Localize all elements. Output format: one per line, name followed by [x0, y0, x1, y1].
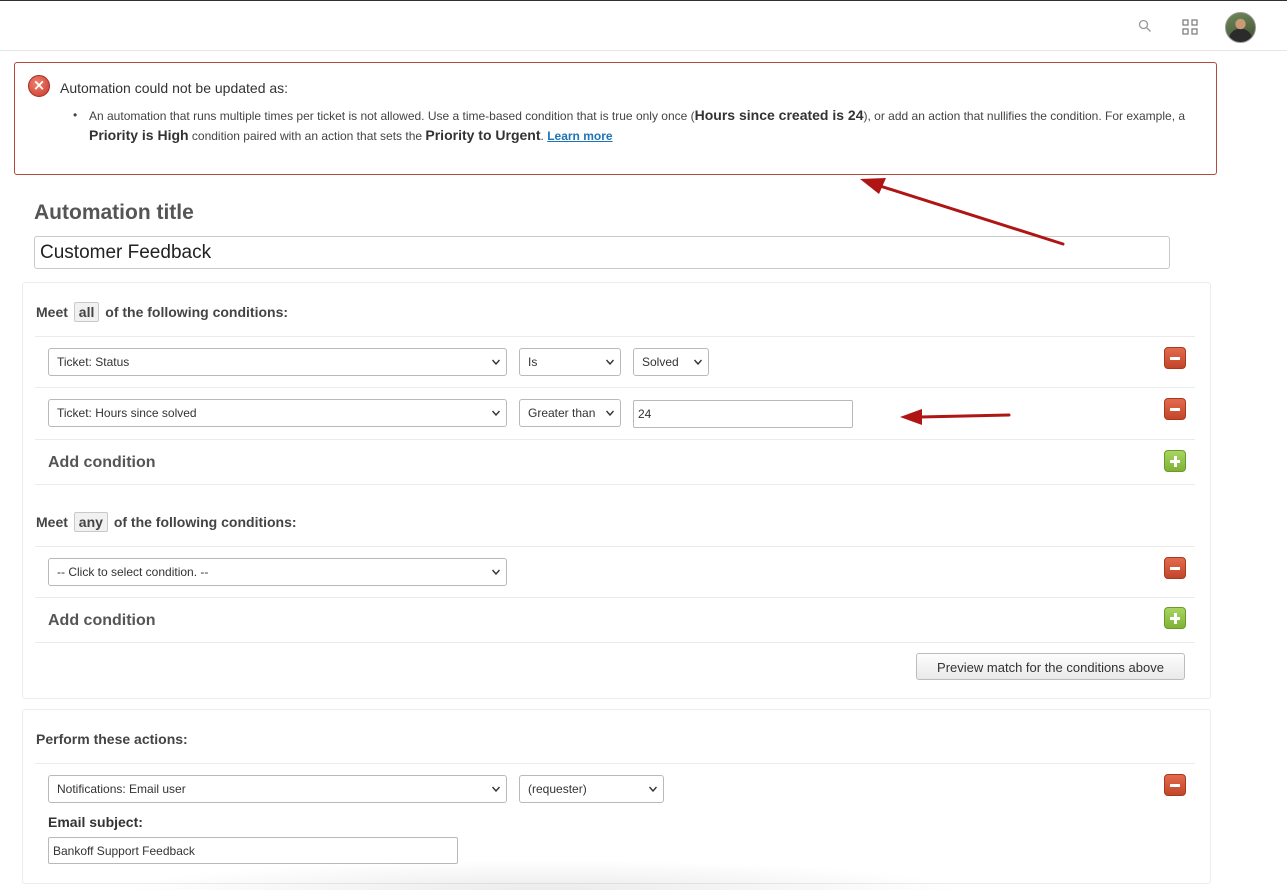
- condition-value-input[interactable]: [633, 400, 853, 428]
- error-emphasis: Hours since created is 24: [694, 107, 864, 123]
- select-value: Ticket: Hours since solved: [57, 406, 197, 420]
- meet-suffix: of the following conditions:: [105, 304, 289, 320]
- error-heading: Automation could not be updated as:: [60, 80, 289, 96]
- condition-field-select[interactable]: Ticket: Status: [48, 348, 507, 376]
- divider: [35, 546, 1195, 547]
- error-emphasis: Priority is High: [89, 127, 189, 143]
- remove-action-button[interactable]: [1164, 774, 1186, 796]
- meet-suffix: of the following conditions:: [113, 514, 297, 530]
- chevron-down-icon: [649, 786, 657, 792]
- select-value: Is: [528, 355, 538, 369]
- divider: [35, 763, 1195, 764]
- error-bullet: •: [73, 108, 78, 122]
- actions-header: Perform these actions:: [36, 731, 188, 747]
- user-avatar[interactable]: [1225, 12, 1256, 43]
- add-condition-button[interactable]: [1164, 450, 1186, 472]
- match-all-toggle[interactable]: all: [73, 302, 100, 322]
- top-navigation-bar: [0, 1, 1287, 51]
- chevron-down-icon: [606, 410, 614, 416]
- condition-operator-select[interactable]: Greater than: [519, 399, 621, 427]
- automation-title-input[interactable]: [34, 236, 1170, 269]
- select-value: Greater than: [528, 406, 596, 420]
- divider: [35, 387, 1195, 388]
- remove-condition-button[interactable]: [1164, 557, 1186, 579]
- error-x-icon: ×: [28, 75, 50, 97]
- divider: [35, 439, 1195, 440]
- add-condition-button[interactable]: [1164, 607, 1186, 629]
- error-message: • An automation that runs multiple times…: [73, 106, 1198, 146]
- divider: [35, 642, 1195, 643]
- select-value: Ticket: Status: [57, 355, 130, 369]
- chevron-down-icon: [694, 359, 702, 365]
- condition-field-select[interactable]: Ticket: Hours since solved: [48, 399, 507, 427]
- chevron-down-icon: [492, 786, 500, 792]
- error-emphasis: Priority to Urgent: [425, 127, 541, 143]
- annotation-arrow: [860, 178, 1065, 246]
- chevron-down-icon: [606, 359, 614, 365]
- condition-operator-select[interactable]: Is: [519, 348, 621, 376]
- action-target-select[interactable]: (requester): [519, 775, 664, 803]
- select-value: -- Click to select condition. --: [57, 565, 209, 579]
- add-condition-label: Add condition: [48, 612, 156, 629]
- meet-prefix: Meet: [36, 304, 68, 320]
- select-value: Solved: [642, 355, 679, 369]
- error-text: condition paired with an action that set…: [188, 129, 426, 143]
- error-text: An automation that runs multiple times p…: [89, 109, 695, 123]
- match-any-toggle[interactable]: any: [73, 512, 108, 532]
- condition-value-select[interactable]: Solved: [633, 348, 709, 376]
- error-alert: × Automation could not be updated as: • …: [14, 62, 1217, 175]
- apps-grid-icon[interactable]: [1182, 19, 1198, 35]
- remove-condition-button[interactable]: [1164, 398, 1186, 420]
- search-icon[interactable]: [1138, 19, 1152, 33]
- error-text: ), or add an action that nullifies the c…: [863, 109, 1186, 123]
- learn-more-link[interactable]: Learn more: [547, 129, 612, 143]
- email-subject-label: Email subject:: [48, 814, 143, 830]
- add-condition-label: Add condition: [48, 454, 156, 471]
- meet-any-header: Meet any of the following conditions:: [36, 512, 297, 532]
- condition-field-select[interactable]: -- Click to select condition. --: [48, 558, 507, 586]
- select-value: Notifications: Email user: [57, 782, 186, 796]
- meet-all-header: Meet all of the following conditions:: [36, 302, 288, 322]
- chevron-down-icon: [492, 569, 500, 575]
- action-field-select[interactable]: Notifications: Email user: [48, 775, 507, 803]
- conditions-panel: [22, 282, 1211, 699]
- remove-condition-button[interactable]: [1164, 347, 1186, 369]
- divider: [35, 597, 1195, 598]
- automation-title-label: Automation title: [34, 201, 194, 224]
- chevron-down-icon: [492, 410, 500, 416]
- divider: [35, 336, 1195, 337]
- email-subject-input[interactable]: [48, 837, 458, 864]
- meet-prefix: Meet: [36, 514, 68, 530]
- divider: [35, 484, 1195, 485]
- preview-match-button[interactable]: Preview match for the conditions above: [916, 653, 1185, 680]
- chevron-down-icon: [492, 359, 500, 365]
- select-value: (requester): [528, 782, 587, 796]
